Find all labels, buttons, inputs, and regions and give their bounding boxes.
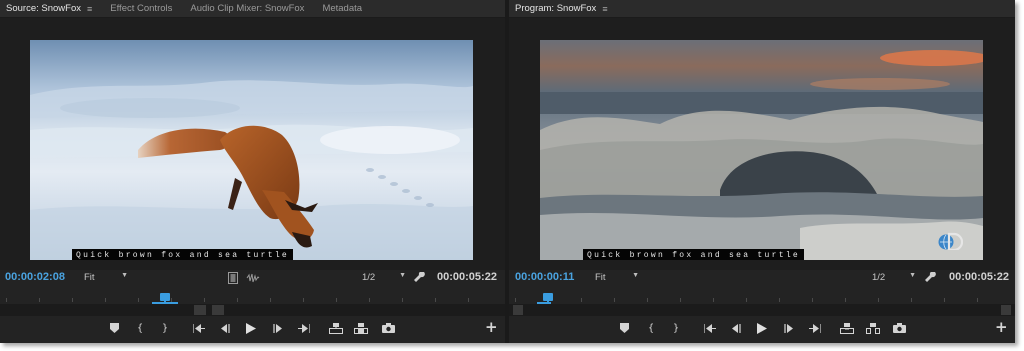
chevron-down-icon: ▼ xyxy=(909,272,916,279)
film-icon[interactable] xyxy=(228,272,238,287)
panel-menu-icon[interactable]: ≡ xyxy=(87,4,92,14)
program-controls-row: 00:00:00:11 Fit ▼ 1/2 ▼ 00:00:05:22 xyxy=(509,271,1015,287)
step-forward-icon[interactable] xyxy=(781,320,797,336)
go-to-in-icon[interactable] xyxy=(702,320,718,336)
tab-metadata-label: Metadata xyxy=(322,3,363,14)
chevron-down-icon: ▼ xyxy=(121,272,128,279)
program-video-frame[interactable]: Quick brown fox and sea turtle xyxy=(540,40,983,260)
extract-icon[interactable] xyxy=(865,320,881,336)
program-scroll-handle-left[interactable] xyxy=(513,305,523,315)
source-caption: Quick brown fox and sea turtle xyxy=(72,249,294,260)
source-current-timecode[interactable]: 00:00:02:08 xyxy=(5,271,65,283)
source-scroll-handle-right[interactable] xyxy=(212,305,224,315)
sea-wave-image xyxy=(540,40,983,260)
tab-program[interactable]: Program: SnowFox ≡ xyxy=(509,0,620,18)
program-viewer[interactable]: Quick brown fox and sea turtle xyxy=(509,18,1015,270)
insert-icon[interactable] xyxy=(328,320,344,336)
marker-icon[interactable] xyxy=(106,320,122,336)
source-transport-controls: { } + xyxy=(0,318,505,336)
chevron-down-icon: ▼ xyxy=(399,272,406,279)
source-monitor-panel: Source: SnowFox ≡ Effect Controls Audio … xyxy=(0,0,505,343)
go-to-out-icon[interactable] xyxy=(296,320,312,336)
source-time-ruler[interactable] xyxy=(0,291,505,317)
snow-fox-image xyxy=(30,80,473,260)
marker-icon[interactable] xyxy=(616,320,632,336)
tab-source[interactable]: Source: SnowFox ≡ xyxy=(0,0,104,18)
mark-in-icon[interactable]: { xyxy=(643,320,659,336)
panel-menu-icon[interactable]: ≡ xyxy=(602,4,607,14)
source-tabbar: Source: SnowFox ≡ Effect Controls Audio … xyxy=(0,0,505,18)
mark-out-icon[interactable]: } xyxy=(157,320,173,336)
source-zoom-select[interactable]: Fit ▼ xyxy=(84,272,130,285)
play-icon[interactable] xyxy=(243,320,259,336)
program-scroll-handle-right[interactable] xyxy=(1001,305,1011,315)
tab-program-label: Program: SnowFox xyxy=(515,3,597,14)
chevron-down-icon: ▼ xyxy=(632,272,639,279)
program-current-timecode[interactable]: 00:00:00:11 xyxy=(515,271,574,283)
source-video-frame[interactable]: Quick brown fox and sea turtle xyxy=(30,40,473,260)
tab-metadata[interactable]: Metadata xyxy=(316,0,374,18)
channel-logo-icon xyxy=(938,232,963,250)
program-resolution-value: 1/2 xyxy=(872,272,886,283)
step-forward-icon[interactable] xyxy=(270,320,286,336)
step-back-icon[interactable] xyxy=(217,320,233,336)
source-playhead[interactable] xyxy=(160,293,170,304)
tab-audio-clip-mixer[interactable]: Audio Clip Mixer: SnowFox xyxy=(184,0,316,18)
source-resolution-value: 1/2 xyxy=(362,272,376,283)
step-back-icon[interactable] xyxy=(728,320,744,336)
tab-source-label: Source: SnowFox xyxy=(6,3,81,14)
export-frame-icon[interactable] xyxy=(380,320,396,336)
export-frame-icon[interactable] xyxy=(891,320,907,336)
program-zoom-scrollbar[interactable] xyxy=(509,304,1015,316)
go-to-out-icon[interactable] xyxy=(807,320,823,336)
program-zoom-select[interactable]: Fit ▼ xyxy=(595,272,641,285)
program-zoom-value: Fit xyxy=(595,272,606,283)
add-button-icon[interactable]: + xyxy=(995,318,1008,336)
source-zoom-scrollbar[interactable] xyxy=(0,304,505,316)
wrench-icon[interactable] xyxy=(414,271,426,284)
overwrite-icon[interactable] xyxy=(353,320,369,336)
mark-in-icon[interactable]: { xyxy=(132,320,148,336)
tab-effect-controls[interactable]: Effect Controls xyxy=(104,0,184,18)
tab-audio-clip-mixer-label: Audio Clip Mixer: SnowFox xyxy=(190,3,305,14)
monitor-workspace: Source: SnowFox ≡ Effect Controls Audio … xyxy=(0,0,1015,343)
lift-icon[interactable] xyxy=(839,320,855,336)
add-button-icon[interactable]: + xyxy=(485,318,498,336)
mark-out-icon[interactable]: } xyxy=(668,320,684,336)
source-zoom-value: Fit xyxy=(84,272,95,283)
program-playhead[interactable] xyxy=(543,293,553,304)
play-icon[interactable] xyxy=(754,320,770,336)
source-viewer[interactable]: Quick brown fox and sea turtle xyxy=(0,18,505,270)
program-caption: Quick brown fox and sea turtle xyxy=(583,249,805,260)
source-ruler-ticks xyxy=(6,294,499,302)
source-duration-timecode: 00:00:05:22 xyxy=(437,271,497,283)
program-tabbar: Program: SnowFox ≡ xyxy=(509,0,1015,18)
program-duration-timecode: 00:00:05:22 xyxy=(949,271,1009,283)
source-controls-row: 00:00:02:08 Fit ▼ 1/2 ▼ 00:00:05:22 xyxy=(0,271,505,287)
source-scroll-handle-left[interactable] xyxy=(194,305,206,315)
program-time-ruler[interactable] xyxy=(509,291,1015,317)
tab-effect-controls-label: Effect Controls xyxy=(110,3,173,14)
wrench-icon[interactable] xyxy=(925,271,937,284)
source-resolution-select[interactable]: 1/2 ▼ xyxy=(362,272,408,285)
program-transport-controls: { } + xyxy=(509,318,1015,336)
audio-waveform-icon[interactable] xyxy=(246,272,260,287)
program-resolution-select[interactable]: 1/2 ▼ xyxy=(872,272,918,285)
go-to-in-icon[interactable] xyxy=(191,320,207,336)
program-ruler-ticks xyxy=(515,294,1009,302)
program-monitor-panel: Program: SnowFox ≡ Quick brown fox and s… xyxy=(509,0,1015,343)
